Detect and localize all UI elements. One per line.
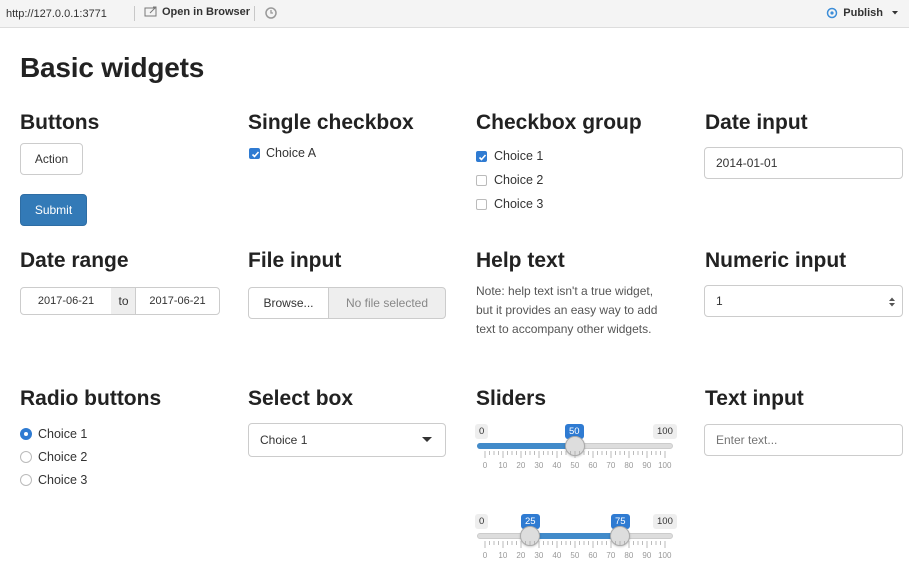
slider-tick-label: 50 xyxy=(570,461,580,470)
single-slider[interactable]: 0 100 50 0 10 20 30 40 50 60 70 80 90 100 xyxy=(475,424,677,484)
slider-tick-label: 80 xyxy=(624,551,634,560)
slider-tick-label: 80 xyxy=(624,461,634,470)
slider-tick-label: 30 xyxy=(534,551,544,560)
slider-tick-label: 100 xyxy=(658,551,672,560)
action-button[interactable]: Action xyxy=(20,143,83,175)
single-checkbox-heading: Single checkbox xyxy=(248,111,414,134)
toolbar-divider xyxy=(134,6,135,21)
file-status-field: No file selected xyxy=(328,287,446,319)
slider-tick-label: 100 xyxy=(658,461,672,470)
slider-tick-label: 70 xyxy=(606,461,616,470)
slider-tick-label: 60 xyxy=(588,551,598,560)
publish-button[interactable]: Publish xyxy=(825,7,899,19)
date-input-heading: Date input xyxy=(705,111,808,134)
file-input-heading: File input xyxy=(248,249,342,272)
sliders-heading: Sliders xyxy=(476,387,547,410)
slider-tick-label: 10 xyxy=(498,551,508,560)
choice-3-checkbox[interactable] xyxy=(476,199,487,210)
date-range-heading: Date range xyxy=(20,249,129,272)
url-label: http://127.0.0.1:3771 xyxy=(6,8,107,20)
slider-tick-label: 40 xyxy=(552,461,562,470)
choice-a-label: Choice A xyxy=(266,146,317,160)
choice-2-label: Choice 2 xyxy=(494,173,544,187)
select-box-value: Choice 1 xyxy=(260,433,308,447)
caret-down-icon xyxy=(422,437,432,442)
select-box[interactable]: Choice 1 xyxy=(248,423,446,457)
open-in-browser-button[interactable]: Open in Browser xyxy=(144,6,250,18)
numeric-input-heading: Numeric input xyxy=(705,249,847,272)
date-range-separator: to xyxy=(111,287,136,315)
choice-a-checkbox[interactable] xyxy=(249,148,260,159)
slider-tick-label: 40 xyxy=(552,551,562,560)
radio-buttons-heading: Radio buttons xyxy=(20,387,162,410)
numeric-input-field[interactable]: 1 xyxy=(704,285,903,317)
slider-tick-label: 20 xyxy=(516,551,526,560)
radio-choice-1-label: Choice 1 xyxy=(38,427,88,441)
refresh-button[interactable] xyxy=(264,6,278,23)
publish-icon xyxy=(827,7,838,19)
slider-tick-label: 90 xyxy=(642,461,652,470)
choice-1-label: Choice 1 xyxy=(494,149,544,163)
slider-tick-label: 30 xyxy=(534,461,544,470)
toolbar-divider xyxy=(254,6,255,21)
date-range-end-input[interactable]: 2017-06-21 xyxy=(135,287,220,315)
slider-tick-label: 90 xyxy=(642,551,652,560)
range-slider-min-label: 0 xyxy=(475,514,489,529)
checkbox-group-heading: Checkbox group xyxy=(476,111,642,134)
slider-tick-label: 10 xyxy=(498,461,508,470)
slider-tick-label: 0 xyxy=(482,551,488,560)
refresh-icon xyxy=(265,7,277,19)
date-range-start-input[interactable]: 2017-06-21 xyxy=(20,287,112,315)
slider-ticks xyxy=(484,451,666,458)
open-browser-icon xyxy=(144,6,157,17)
slider-tick-label: 0 xyxy=(482,461,488,470)
publish-label: Publish xyxy=(843,7,883,19)
slider-tick-label: 70 xyxy=(606,551,616,560)
date-input-field[interactable]: 2014-01-01 xyxy=(704,147,903,179)
choice-3-label: Choice 3 xyxy=(494,197,544,211)
numeric-input-value: 1 xyxy=(716,294,723,308)
radio-choice-1[interactable] xyxy=(20,428,32,440)
spinner-arrows-icon[interactable] xyxy=(888,296,896,308)
slider-tick-label: 50 xyxy=(570,551,580,560)
page-title: Basic widgets xyxy=(20,52,205,83)
radio-choice-3-label: Choice 3 xyxy=(38,473,88,487)
help-text-body: Note: help text isn't a true widget, but… xyxy=(476,284,658,336)
text-input-heading: Text input xyxy=(705,387,804,410)
check-icon xyxy=(251,151,260,158)
caret-down-icon[interactable] xyxy=(891,10,899,16)
range-slider[interactable]: 0 100 25 75 0 10 20 30 40 50 60 70 80 90 100 xyxy=(475,514,677,574)
radio-choice-2[interactable] xyxy=(20,451,32,463)
submit-button[interactable]: Submit xyxy=(20,194,87,226)
range-slider-max-label: 100 xyxy=(653,514,677,529)
slider-tick-label: 60 xyxy=(588,461,598,470)
help-text-heading: Help text xyxy=(476,249,565,272)
select-box-heading: Select box xyxy=(248,387,354,410)
open-in-browser-label: Open in Browser xyxy=(162,6,251,18)
browse-button[interactable]: Browse... xyxy=(248,287,329,319)
slider-max-label: 100 xyxy=(653,424,677,439)
check-icon xyxy=(478,154,487,161)
choice-2-checkbox[interactable] xyxy=(476,175,487,186)
radio-choice-3[interactable] xyxy=(20,474,32,486)
choice-1-checkbox[interactable] xyxy=(476,151,487,162)
slider-min-label: 0 xyxy=(475,424,489,439)
range-slider-ticks xyxy=(484,541,666,548)
viewer-toolbar: http://127.0.0.1:3771 Open in Browser Pu… xyxy=(0,0,909,28)
slider-tick-label: 20 xyxy=(516,461,526,470)
radio-choice-2-label: Choice 2 xyxy=(38,450,88,464)
buttons-heading: Buttons xyxy=(20,111,100,134)
text-input-field[interactable] xyxy=(704,424,903,456)
